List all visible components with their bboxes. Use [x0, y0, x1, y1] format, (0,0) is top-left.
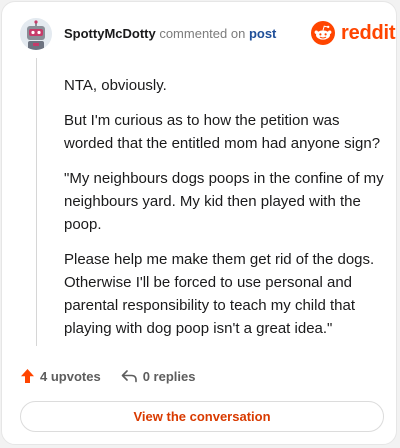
- brand-wordmark: reddit: [341, 21, 396, 44]
- upvote-button[interactable]: 4 upvotes: [20, 368, 101, 384]
- author-name[interactable]: SpottyMcDotty: [64, 26, 156, 41]
- comment-paragraph: But I'm curious as to how the petition w…: [64, 112, 381, 152]
- comment-card: SpottyMcDotty commented on post reddit N…: [1, 1, 397, 445]
- reply-button[interactable]: 0 replies: [121, 368, 196, 384]
- robot-avatar-icon: [20, 18, 52, 50]
- view-conversation-button[interactable]: View the conversation: [20, 401, 384, 432]
- avatar[interactable]: [20, 18, 52, 50]
- comment-paragraph: NTA, obviously.: [64, 77, 167, 94]
- comment-body: NTA, obviously. But I'm curious as to ho…: [64, 74, 384, 352]
- action-text: commented on: [155, 26, 249, 41]
- comment-actions: 4 upvotes 0 replies: [20, 368, 195, 384]
- reddit-snoo-icon: [311, 21, 335, 45]
- reply-count: 0 replies: [142, 368, 196, 384]
- reddit-logo[interactable]: reddit: [311, 21, 396, 45]
- comment-paragraph: Please help me make them get rid of the …: [64, 251, 375, 337]
- comment-paragraph: "My neighbours dogs poops in the confine…: [64, 170, 384, 233]
- upvote-arrow-icon: [21, 369, 34, 383]
- thread-line: [36, 58, 37, 346]
- upvote-count: 4 upvotes: [40, 368, 101, 384]
- reply-arrow-icon: [121, 370, 137, 383]
- comment-header: SpottyMcDotty commented on post: [64, 26, 276, 41]
- post-link[interactable]: post: [249, 26, 276, 41]
